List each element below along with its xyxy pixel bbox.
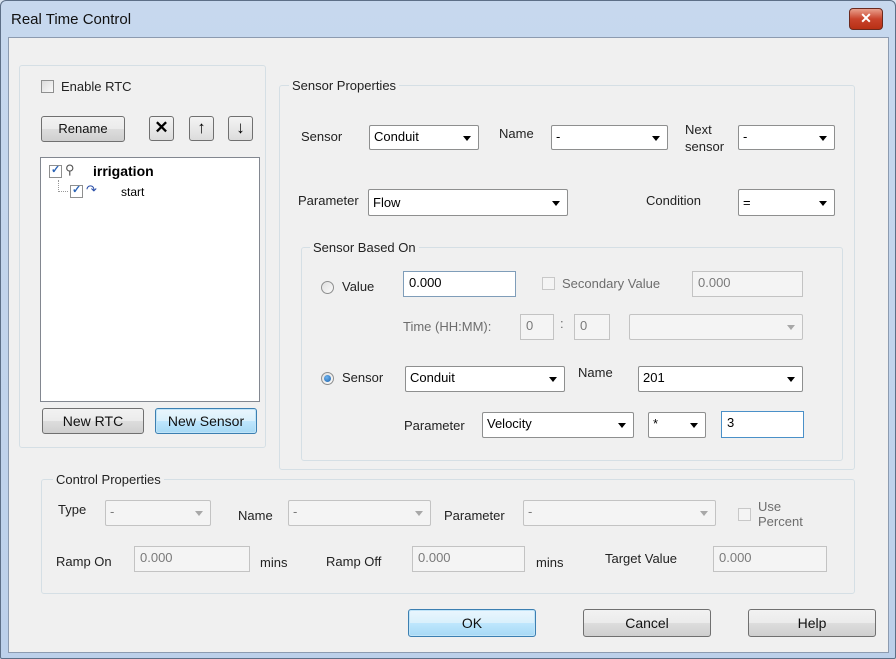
value-input[interactable]: 0.000 [403, 271, 516, 297]
sensor-radio[interactable] [321, 372, 334, 385]
rename-button[interactable]: Rename [41, 116, 125, 142]
new-sensor-button[interactable]: New Sensor [155, 408, 257, 434]
sensor-properties-legend: Sensor Properties [289, 78, 400, 93]
delete-icon[interactable]: ✕ [149, 116, 174, 141]
time-minutes-input[interactable]: 0 [574, 314, 610, 340]
use-percent-label: Use Percent [758, 499, 803, 529]
target-value-label: Target Value [605, 551, 678, 566]
value-radio-label: Value [342, 279, 375, 294]
secondary-value-checkbox[interactable] [542, 277, 555, 290]
sensor-label: Sensor [301, 129, 343, 144]
control-parameter-label: Parameter [444, 508, 505, 523]
condition-select[interactable]: = [738, 189, 835, 216]
based-name-select[interactable]: 201 [638, 366, 803, 392]
time-select[interactable] [629, 314, 803, 340]
operator-select[interactable]: * [648, 412, 706, 438]
ramp-off-input[interactable]: 0.000 [412, 546, 525, 572]
control-properties-legend: Control Properties [53, 472, 164, 487]
based-parameter-select[interactable]: Velocity [482, 412, 634, 438]
control-parameter-select[interactable]: - [523, 500, 716, 526]
type-label: Type [58, 502, 87, 517]
next-sensor-label: Next sensor [685, 122, 725, 154]
wrench-icon: ⚲ [65, 162, 75, 177]
sensor-radio-label: Sensor [342, 370, 384, 385]
close-button[interactable]: ✕ [849, 8, 883, 30]
sensor-type-select[interactable]: Conduit [369, 125, 479, 150]
ramp-on-input[interactable]: 0.000 [134, 546, 250, 572]
sensor-based-on-legend: Sensor Based On [310, 240, 419, 255]
target-value-input[interactable]: 0.000 [713, 546, 827, 572]
value-radio[interactable] [321, 281, 334, 294]
cancel-button[interactable]: Cancel [583, 609, 711, 637]
time-hours-input[interactable]: 0 [520, 314, 554, 340]
name-label: Name [499, 126, 534, 141]
control-name-label: Name [238, 508, 273, 523]
title-bar[interactable]: Real Time Control ✕ [1, 1, 895, 37]
ok-button[interactable]: OK [408, 609, 536, 637]
parameter-select[interactable]: Flow [368, 189, 568, 216]
based-name-label: Name [578, 365, 613, 380]
arrow-down-icon[interactable]: ↓ [228, 116, 253, 141]
control-properties-group [41, 479, 855, 594]
enable-rtc-label: Enable RTC [61, 79, 132, 94]
secondary-value-input[interactable]: 0.000 [692, 271, 803, 297]
control-type-select[interactable]: - [105, 500, 211, 526]
time-separator: : [560, 316, 564, 331]
condition-label: Condition [646, 193, 701, 208]
dialog-client: Enable RTC Rename ✕ ↑ ↓ ✓ ⚲ irrigation ✓… [8, 37, 889, 653]
enable-rtc-checkbox[interactable] [41, 80, 54, 93]
use-percent-checkbox[interactable] [738, 508, 751, 521]
parameter-label: Parameter [298, 193, 359, 208]
tree-checkbox-irrigation[interactable]: ✓ [49, 164, 62, 178]
ramp-on-label: Ramp On [56, 554, 112, 569]
based-sensor-select[interactable]: Conduit [405, 366, 565, 392]
arrow-up-icon[interactable]: ↑ [189, 116, 214, 141]
sensor-name-select[interactable]: - [551, 125, 668, 150]
time-label: Time (HH:MM): [403, 319, 492, 334]
dialog-window: Real Time Control ✕ Enable RTC Rename ✕ … [0, 0, 896, 659]
help-button[interactable]: Help [748, 609, 876, 637]
tree-item-start[interactable]: start [121, 185, 144, 199]
rtc-tree[interactable]: ✓ ⚲ irrigation ✓ ↷ start [40, 157, 260, 402]
redo-arrow-icon: ↷ [86, 182, 97, 197]
window-title: Real Time Control [11, 11, 132, 28]
ramp-off-label: Ramp Off [326, 554, 382, 569]
next-sensor-select[interactable]: - [738, 125, 835, 150]
secondary-value-label: Secondary Value [562, 276, 661, 291]
tree-checkbox-start[interactable]: ✓ [70, 184, 83, 198]
control-name-select[interactable]: - [288, 500, 431, 526]
ramp-on-unit: mins [260, 555, 288, 570]
factor-input[interactable]: 3 [721, 411, 804, 438]
tree-item-irrigation[interactable]: irrigation [93, 163, 154, 179]
based-parameter-label: Parameter [404, 418, 465, 433]
new-rtc-button[interactable]: New RTC [42, 408, 144, 434]
ramp-off-unit: mins [536, 555, 564, 570]
